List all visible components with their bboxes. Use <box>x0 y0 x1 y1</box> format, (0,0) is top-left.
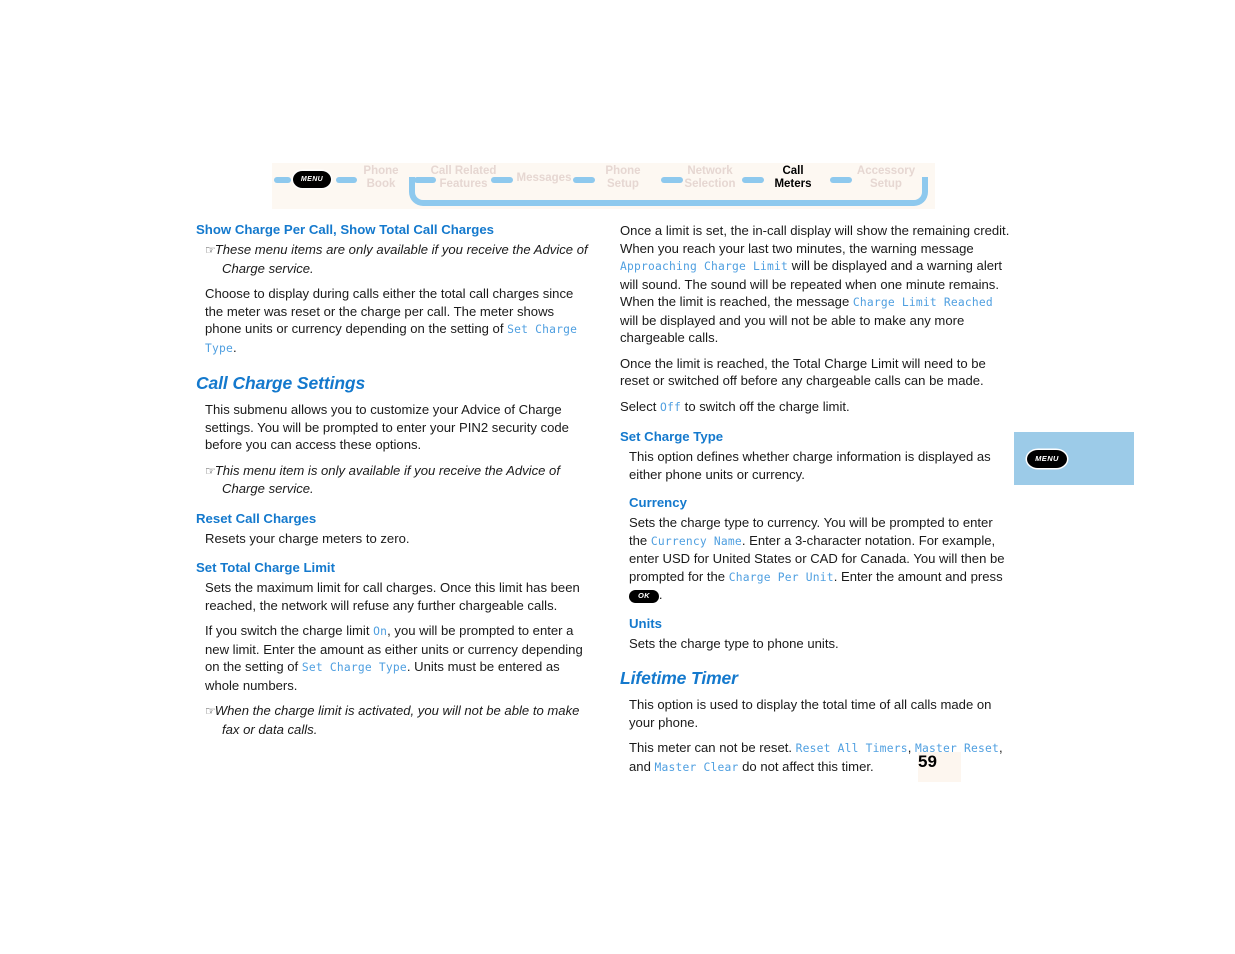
paragraph-once-reached-reset: Once the limit is reached, the Total Cha… <box>620 355 986 389</box>
ok-key-icon: OK <box>629 590 659 603</box>
note-advice-of-charge-2: ☞This menu item is only available if you… <box>196 462 589 498</box>
nav-item-line: Features <box>439 178 488 190</box>
heading-call-charge-settings: Call Charge Settings <box>196 373 366 393</box>
paragraph-once-limit-set: Once a limit is set, the in-call display… <box>620 222 1013 347</box>
paragraph-sets-phone-units: Sets the charge type to phone units. <box>629 635 839 651</box>
device-text-charge-limit-reached: Charge Limit Reached <box>852 296 993 309</box>
device-text-charge-per-unit: Charge Per Unit <box>728 570 834 584</box>
nav-item-line: Phone <box>605 165 641 177</box>
device-text-off: Off <box>660 400 682 414</box>
nav-item-call-related-features[interactable]: Call Related Features <box>416 165 511 191</box>
paragraph-submenu-customize: This submenu allows you to customize you… <box>205 402 569 452</box>
chapter-nav-breadcrumb: MENU Phone Book Call Related Features Me… <box>272 163 935 209</box>
note-line: These menu items are only available if y… <box>214 242 574 257</box>
device-text-currency-name: Currency Name <box>650 534 742 548</box>
nav-item-line: Messages <box>516 172 572 184</box>
menu-chip-icon: MENU <box>293 171 331 188</box>
right-text-column: Once a limit is set, the in-call display… <box>620 222 1013 784</box>
heading-set-charge-type: Set Charge Type <box>620 429 724 444</box>
menu-chip-icon: MENU <box>1027 450 1067 468</box>
note-advice-of-charge-1: ☞These menu items are only available if … <box>196 241 589 277</box>
paragraph-text: This meter can not be reset. <box>629 740 796 755</box>
note-line: When the charge limit is activated, you … <box>214 703 544 718</box>
device-text-on: On <box>373 625 388 638</box>
left-text-column: Show Charge Per Call, Show Total Call Ch… <box>196 222 589 746</box>
nav-item-phone-book[interactable]: Phone Book <box>351 165 411 191</box>
paragraph-text: If you switch the charge limit <box>205 623 374 638</box>
nav-item-line: Phone <box>363 165 399 177</box>
paragraph-sets-currency: Sets the charge type to currency. You wi… <box>620 514 1013 604</box>
nav-item-network-selection[interactable]: Network Selection <box>668 165 752 191</box>
paragraph-text: do not affect this timer. <box>738 758 874 774</box>
heading-currency: Currency <box>629 495 687 510</box>
nav-item-line: Call Related <box>430 165 497 177</box>
nav-item-messages[interactable]: Messages <box>500 172 588 185</box>
nav-item-line: Call <box>782 165 804 177</box>
paragraph-text: will be displayed and you will not be ab… <box>620 312 965 346</box>
nav-item-line: Book <box>366 178 396 190</box>
paragraph-text: . Enter the amount and press <box>833 568 1003 584</box>
device-text-approaching-charge-limit: Approaching Charge Limit <box>620 260 789 273</box>
paragraph-sets-maximum-limit: Sets the maximum limit for call charges.… <box>205 580 580 613</box>
paragraph-text: . <box>658 587 663 602</box>
note-charge-limit-activated: ☞When the charge limit is activated, you… <box>196 702 589 738</box>
paragraph-resets-meters: Resets your charge meters to zero. <box>205 530 410 546</box>
heading-set-total-charge-limit: Set Total Charge Limit <box>196 560 335 575</box>
paragraph-text: , <box>907 740 915 755</box>
page-number: 59 <box>918 752 961 782</box>
nav-item-line: Network <box>687 165 733 177</box>
nav-item-line: Selection <box>684 178 736 190</box>
nav-item-call-meters[interactable]: Call Meters <box>761 165 825 191</box>
paragraph-option-defines: This option defines whether charge infor… <box>629 449 991 482</box>
hand-pointer-icon: ☞ <box>205 463 216 478</box>
paragraph-switch-charge-limit: If you switch the charge limit On, you w… <box>196 622 589 694</box>
paragraph-choose-display: Choose to display during calls either th… <box>196 285 589 357</box>
nav-item-line: Meters <box>774 178 812 190</box>
nav-dash-lead <box>274 177 291 183</box>
paragraph-select-off: Select Off to switch off the charge limi… <box>620 398 1013 417</box>
heading-lifetime-timer: Lifetime Timer <box>620 668 738 688</box>
hand-pointer-icon: ☞ <box>205 243 216 257</box>
device-text-reset-all-timers: Reset All Timers <box>795 742 908 755</box>
nav-item-phone-setup[interactable]: Phone Setup <box>592 165 654 191</box>
nav-item-accessory-setup[interactable]: Accessory Setup <box>845 165 927 191</box>
device-text-master-clear: Master Clear <box>654 760 739 774</box>
paragraph-lifetime-display: This option is used to display the total… <box>629 697 992 730</box>
paragraph-text: Once a limit is set, the in-call display… <box>620 223 1010 256</box>
nav-item-line: Accessory <box>856 165 916 177</box>
nav-track: MENU Phone Book Call Related Features Me… <box>272 163 935 209</box>
heading-units: Units <box>629 615 662 631</box>
heading-show-charge-per-call: Show Charge Per Call, Show Total Call Ch… <box>196 222 494 237</box>
note-line: This menu item is only available if you … <box>214 462 560 478</box>
paragraph-text: to switch off the charge limit. <box>681 398 850 414</box>
hand-pointer-icon: ☞ <box>205 704 216 718</box>
device-text-set-charge-type: Set Charge Type <box>301 661 407 674</box>
paragraph-text: Select <box>620 398 661 414</box>
heading-reset-call-charges: Reset Call Charges <box>196 510 317 526</box>
note-line: Charge service. <box>222 481 314 496</box>
paragraph-text: . <box>233 339 237 355</box>
nav-item-line: Setup <box>607 178 639 190</box>
side-menu-tab[interactable]: MENU <box>1014 432 1134 485</box>
nav-item-line: Setup <box>870 178 902 190</box>
